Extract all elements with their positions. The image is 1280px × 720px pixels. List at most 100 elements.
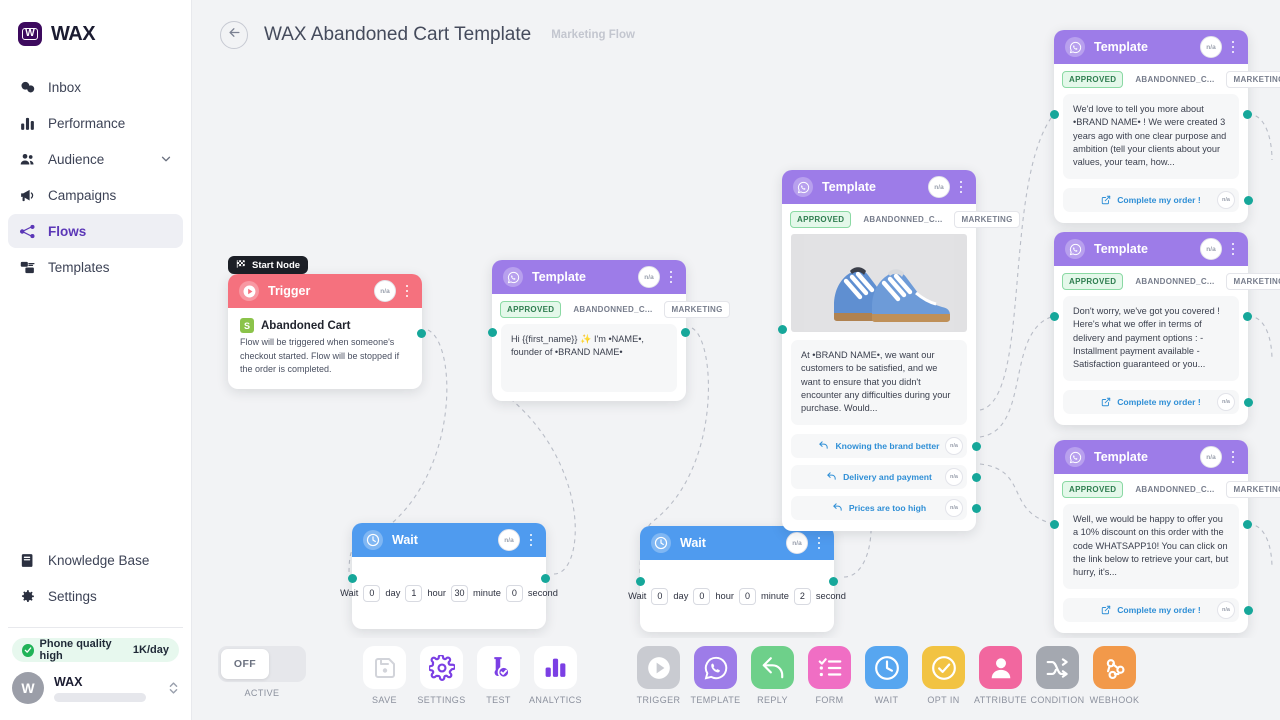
sidebar-item-audience[interactable]: Audience [8,142,183,176]
template-quick-reply-3[interactable]: Prices are too high n/a [791,495,981,520]
na-badge[interactable]: n/a [1200,446,1222,468]
sidebar-item-flows[interactable]: Flows [8,214,183,248]
wait-minute-input[interactable]: 30 [450,584,468,602]
template-quick-reply-1[interactable]: Knowing the brand better n/a [791,433,981,458]
input-port[interactable] [1050,520,1059,529]
na-badge[interactable]: n/a [945,436,963,455]
node-menu-button[interactable] [524,530,538,550]
na-badge[interactable]: n/a [498,529,520,551]
output-port[interactable] [972,441,981,451]
toolbar-item-label: SETTINGS [417,695,466,705]
active-toggle[interactable]: OFF [218,646,306,682]
flag-icon [236,259,246,272]
toolbar-webhook-button[interactable]: WEBHOOK [1086,638,1143,705]
template-quick-reply-2[interactable]: Delivery and payment n/a [791,464,981,489]
flow-canvas[interactable]: Start Node Trigger n/a S Abandoned Cart [192,0,1280,720]
node-header: Template n/a [492,260,686,294]
sidebar-item-campaigns[interactable]: Campaigns [8,178,183,212]
template-cta-button[interactable]: Complete my order ! n/a [1063,597,1253,622]
wait-prefix-label: Wait [340,588,359,598]
output-port[interactable] [1243,312,1252,321]
output-port[interactable] [1244,195,1253,205]
na-badge[interactable]: n/a [638,266,660,288]
template-cta-button[interactable]: Complete my order ! n/a [1063,389,1253,414]
toolbar-reply-button[interactable]: REPLY [744,638,801,705]
output-port[interactable] [1244,605,1253,615]
template-cta-button[interactable]: Complete my order ! n/a [1063,187,1253,212]
input-port[interactable] [778,325,787,334]
output-port[interactable] [1244,397,1253,407]
output-port[interactable] [1243,520,1252,529]
node-template-2[interactable]: Template n/a APPROVED ABANDONNED_C... MA… [778,170,1020,531]
template-category-tag: MARKETING [1226,273,1280,290]
chevron-updown-icon[interactable] [168,680,179,696]
wait-hour-input[interactable]: 1 [405,584,423,602]
toolbar-item-label: TEMPLATE [690,695,741,705]
wait-second-input[interactable]: 0 [505,584,523,602]
na-badge[interactable]: n/a [928,176,950,198]
sidebar-item-templates[interactable]: Templates [8,250,183,284]
node-menu-button[interactable] [1226,239,1240,259]
toolbar-template-button[interactable]: TEMPLATE [687,638,744,705]
toolbar-condition-button[interactable]: CONDITION [1029,638,1086,705]
output-port[interactable] [681,328,690,337]
toolbar-optin-button[interactable]: OPT IN [915,638,972,705]
wait-hour-input[interactable]: 0 [693,587,711,605]
na-badge[interactable]: n/a [786,532,808,554]
back-button[interactable] [220,21,248,49]
na-badge[interactable]: n/a [1217,190,1235,209]
na-badge[interactable]: n/a [374,280,396,302]
na-badge[interactable]: n/a [1217,600,1235,619]
na-badge[interactable]: n/a [1217,392,1235,411]
output-port[interactable] [541,574,550,583]
toolbar-form-button[interactable]: FORM [801,638,858,705]
node-wait-2[interactable]: Wait n/a Wait 0 day 0 hour 0 minute 2 se… [628,526,846,632]
sidebar-item-settings[interactable]: Settings [8,579,183,613]
topbar: WAX Abandoned Cart Template Marketing Fl… [192,0,1280,70]
node-menu-button[interactable] [400,281,414,301]
check-circle-icon [22,643,34,657]
toolbar-analytics-button[interactable]: ANALYTICS [527,638,584,705]
sidebar-item-inbox[interactable]: Inbox [8,70,183,104]
output-port[interactable] [417,329,426,338]
output-port[interactable] [1243,110,1252,119]
toolbar-attribute-button[interactable]: ATTRIBUTE [972,638,1029,705]
wait-minute-input[interactable]: 0 [738,587,756,605]
na-badge[interactable]: n/a [1200,238,1222,260]
toolbar-trigger-button[interactable]: TRIGGER [630,638,687,705]
na-badge[interactable]: n/a [945,467,963,486]
output-port[interactable] [829,577,838,586]
toolbar-test-button[interactable]: TEST [470,638,527,705]
input-port[interactable] [1050,110,1059,119]
wait-second-input[interactable]: 2 [793,587,811,605]
wait-day-input[interactable]: 0 [651,587,669,605]
input-port[interactable] [488,328,497,337]
wait-day-input[interactable]: 0 [363,584,381,602]
node-wait-1[interactable]: Wait n/a Wait 0 day 1 hour 30 minute 0 s… [340,523,558,629]
chevron-down-icon[interactable] [159,152,173,166]
toolbar-wait-button[interactable]: WAIT [858,638,915,705]
account-switcher[interactable]: W WAX [0,672,191,720]
input-port[interactable] [1050,312,1059,321]
node-template-4[interactable]: Template n/a APPROVED ABANDONNED_C... MA… [1050,232,1280,425]
na-badge[interactable]: n/a [945,498,963,517]
node-template-1[interactable]: Template n/a APPROVED ABANDONNED_C... MA… [488,260,730,401]
brand-logo[interactable]: W WAX [0,0,191,52]
node-template-5[interactable]: Template n/a APPROVED ABANDONNED_C... MA… [1050,440,1280,633]
node-menu-button[interactable] [664,267,678,287]
toolbar-save-button[interactable]: SAVE [356,638,413,705]
node-menu-button[interactable] [1226,447,1240,467]
node-menu-button[interactable] [954,177,968,197]
sidebar-item-performance[interactable]: Performance [8,106,183,140]
input-port[interactable] [636,577,645,586]
node-menu-button[interactable] [812,533,826,553]
output-port[interactable] [972,472,981,482]
wait-hour-label: hour [427,588,446,598]
node-trigger[interactable]: Trigger n/a S Abandoned Cart Flow will b… [228,274,426,389]
output-port[interactable] [972,503,981,513]
toolbar-settings-button[interactable]: SETTINGS [413,638,470,705]
trigger-title: Abandoned Cart [261,319,351,332]
sidebar-item-knowledge-base[interactable]: Knowledge Base [8,543,183,577]
trigger-description: Flow will be triggered when someone's ch… [240,337,400,374]
input-port[interactable] [348,574,357,583]
